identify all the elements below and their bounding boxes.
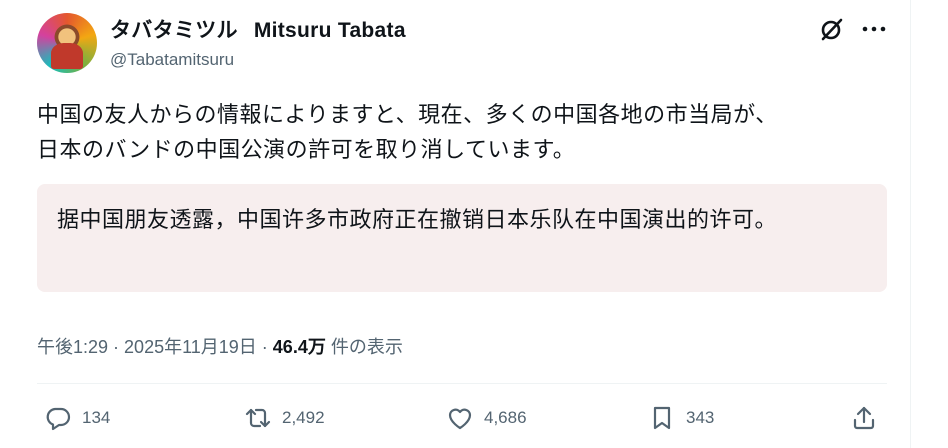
reply-count: 134 [82,408,111,427]
meta-separator: · [256,337,273,357]
tweet-time[interactable]: 午後1:29 [37,337,108,357]
like-count: 4,686 [484,408,527,427]
display-name-latin: Mitsuru Tabata [253,19,406,42]
display-name-jp: タバタミツル [110,19,238,42]
divider [37,383,887,384]
share-icon [853,406,875,430]
retweet-icon [245,408,271,428]
author-header: タバタミツル Mitsuru Tabata @Tabatamitsuru [110,14,406,70]
tweet-text: 中国の友人からの情報によりますと、現在、多くの中国各地の市当局が、 日本のバンド… [37,97,897,167]
bookmark-count: 343 [686,408,715,427]
reply-icon [46,407,71,431]
grok-icon[interactable] [819,16,845,42]
tweet-text-line-2: 日本のバンドの中国公演の許可を取り消しています。 [37,137,576,162]
retweet-count: 2,492 [282,408,325,427]
avatar[interactable] [37,13,97,73]
avatar-detail [51,43,83,69]
views-count[interactable]: 46.4万 [273,337,326,357]
author-handle[interactable]: @Tabatamitsuru [110,50,406,70]
bookmark-button[interactable]: 343 [648,403,714,433]
author-display-name[interactable]: タバタミツル Mitsuru Tabata [110,14,406,44]
translation-box: 据中国朋友透露，中国许多市政府正在撤销日本乐队在中国演出的许可。 [37,184,887,292]
translation-text: 据中国朋友透露，中国许多市政府正在撤销日本乐队在中国演出的许可。 [57,207,778,232]
tweet-date[interactable]: 2025年11月19日 [124,337,257,357]
views-label: 件の表示 [325,337,403,357]
bookmark-icon [653,406,671,430]
more-icon[interactable] [860,18,888,40]
tweet-meta: 午後1:29 · 2025年11月19日 · 46.4万 件の表示 [37,333,403,359]
like-button[interactable]: 4,686 [446,403,527,433]
tweet-text-line-1: 中国の友人からの情報によりますと、現在、多くの中国各地の市当局が、 [37,102,778,127]
share-button[interactable] [850,403,888,433]
meta-separator: · [108,337,125,357]
tweet-card: タバタミツル Mitsuru Tabata @Tabatamitsuru 中国の友… [0,0,911,448]
heart-icon [448,408,472,430]
reply-button[interactable]: 134 [44,403,110,433]
retweet-button[interactable]: 2,492 [244,403,325,433]
